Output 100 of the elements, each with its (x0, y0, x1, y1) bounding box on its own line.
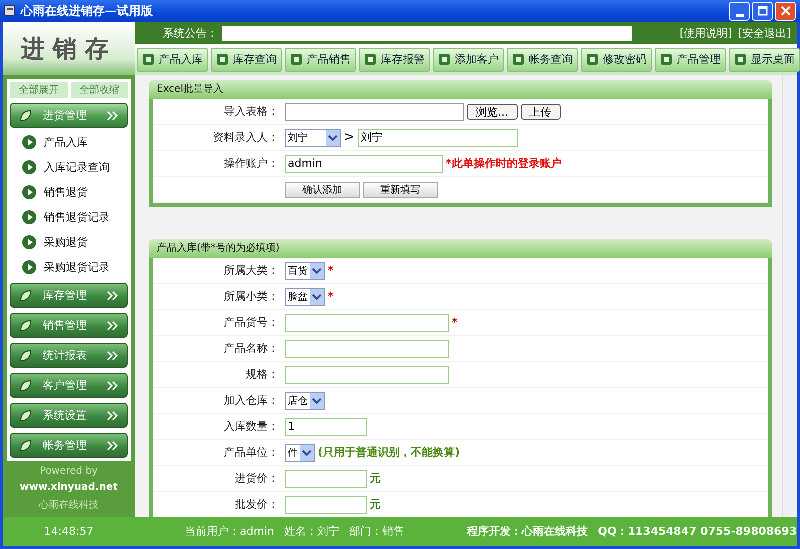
field-label: 产品名称： (223, 341, 280, 356)
field-label: 所属大类： (223, 263, 280, 278)
form-button[interactable]: 确认添加 (285, 182, 360, 198)
menu-group-button[interactable]: 库存管理 (10, 283, 128, 308)
double-chevron-icon (107, 380, 119, 390)
department-text: 部门：销售 (349, 524, 404, 539)
app-icon (4, 5, 16, 17)
double-chevron-icon (107, 320, 119, 330)
menu-group-button[interactable]: 客户管理 (10, 373, 128, 398)
header-link[interactable]: [安全退出] (738, 26, 791, 40)
toolbar-button[interactable]: 修改密码 (581, 48, 652, 72)
square-icon (734, 53, 747, 66)
toolbar-button[interactable]: 帐务查询 (507, 48, 578, 72)
menu-group-button[interactable]: 系统设置 (10, 403, 128, 428)
close-button[interactable] (775, 2, 796, 20)
field-note: *此单操作时的登录账户 (446, 156, 562, 171)
minimize-button[interactable] (729, 2, 750, 20)
clock-text: 14:48:57 (43, 525, 95, 538)
leaf-icon (19, 378, 33, 392)
play-icon (22, 234, 37, 250)
arrow-separator: > (344, 130, 355, 145)
input-field[interactable] (285, 470, 367, 488)
square-icon (142, 53, 155, 66)
field-label: 进货价： (234, 471, 280, 486)
input-field[interactable] (285, 366, 449, 384)
input-field[interactable]: 1 (285, 418, 367, 436)
double-chevron-icon (107, 350, 119, 360)
company-name: 心雨在线科技 (39, 498, 99, 512)
menu-item[interactable]: 入库记录查询 (10, 156, 128, 178)
required-mark: * (452, 316, 458, 329)
minimize-icon (736, 14, 744, 16)
file-path-field[interactable] (285, 102, 464, 120)
contact-text: QQ：113454847 0755-89808693 (598, 524, 797, 539)
close-icon (780, 6, 790, 16)
square-icon (586, 53, 599, 66)
double-chevron-icon (107, 440, 119, 450)
menu-group-button[interactable]: 帐务管理 (10, 433, 128, 458)
input-field[interactable] (285, 496, 367, 514)
input-field[interactable]: admin (285, 154, 443, 172)
menu-item[interactable]: 产品入库 (10, 131, 128, 153)
double-chevron-icon (107, 290, 119, 300)
input-field[interactable]: 刘宁 (358, 128, 518, 146)
toolbar-button[interactable]: 显示桌面 (729, 48, 800, 72)
developer-text: 程序开发：心雨在线科技 (467, 524, 588, 539)
field-label: 产品单位： (223, 445, 280, 460)
field-label: 操作账户： (223, 156, 280, 171)
field-label: 入库数量： (223, 419, 280, 434)
toolbar-button[interactable]: 产品销售 (285, 48, 356, 72)
toolbar-button[interactable]: 添加客户 (433, 48, 504, 72)
dropdown[interactable]: 件 (285, 444, 315, 462)
leaf-icon (19, 318, 33, 332)
menu-group-button[interactable]: 销售管理 (10, 313, 128, 338)
window-title: 心雨在线进销存—试用版 (21, 2, 153, 20)
menu-item[interactable]: 销售退货 (10, 181, 128, 203)
menu-item[interactable]: 采购退货 (10, 231, 128, 253)
square-icon (660, 53, 673, 66)
leaf-icon (19, 348, 33, 362)
square-icon (216, 53, 229, 66)
panel-title: 产品入库(带*号的为必填项) (149, 239, 772, 258)
leaf-icon (19, 408, 33, 422)
play-icon (22, 260, 37, 274)
square-icon (512, 53, 525, 66)
field-label: 规格： (245, 367, 280, 382)
notice-field[interactable] (222, 26, 632, 40)
toolbar-button[interactable]: 产品管理 (655, 48, 726, 72)
toolbar-button[interactable]: 产品入库 (137, 48, 208, 72)
form-button[interactable]: 浏览... (467, 104, 518, 120)
maximize-icon (758, 6, 768, 16)
powered-by-text: Powered by (40, 466, 98, 477)
double-chevron-icon (107, 110, 119, 120)
leaf-icon (19, 438, 33, 452)
field-label: 加入仓库： (223, 393, 280, 408)
field-label: 资料录入人： (212, 130, 280, 145)
square-icon (438, 53, 451, 66)
toolbar-button[interactable]: 库存查询 (211, 48, 282, 72)
maximize-button[interactable] (752, 2, 773, 20)
field-label: 批发价： (234, 497, 280, 512)
dropdown[interactable]: 刘宁 (285, 128, 341, 146)
input-field[interactable] (285, 314, 449, 332)
leaf-icon (19, 288, 33, 302)
form-button[interactable]: 重新填写 (363, 182, 438, 198)
field-label: 导入表格： (223, 104, 280, 119)
header-link[interactable]: [使用说明] (680, 26, 732, 40)
form-button[interactable]: 上传 (520, 104, 560, 120)
play-icon (22, 134, 37, 150)
menu-group-button[interactable]: 统计报表 (10, 343, 128, 368)
menu-item[interactable]: 采购退货记录 (10, 256, 128, 278)
panel-title: Excel批量导入 (149, 80, 772, 99)
field-label: 产品货号： (223, 315, 280, 330)
input-field[interactable] (285, 340, 449, 358)
menu-item[interactable]: 销售退货记录 (10, 206, 128, 228)
toolbar-button[interactable]: 库存报警 (359, 48, 430, 72)
dropdown[interactable]: 百货 (285, 262, 325, 280)
dropdown[interactable]: 脸盆 (285, 288, 325, 306)
play-icon (22, 160, 37, 174)
scrollbar[interactable] (782, 75, 797, 517)
field-note: (只用于普通识别，不能换算) (318, 445, 460, 460)
double-chevron-icon (107, 410, 119, 420)
dropdown[interactable]: 店仓 (285, 392, 325, 410)
leaf-icon (19, 108, 33, 122)
